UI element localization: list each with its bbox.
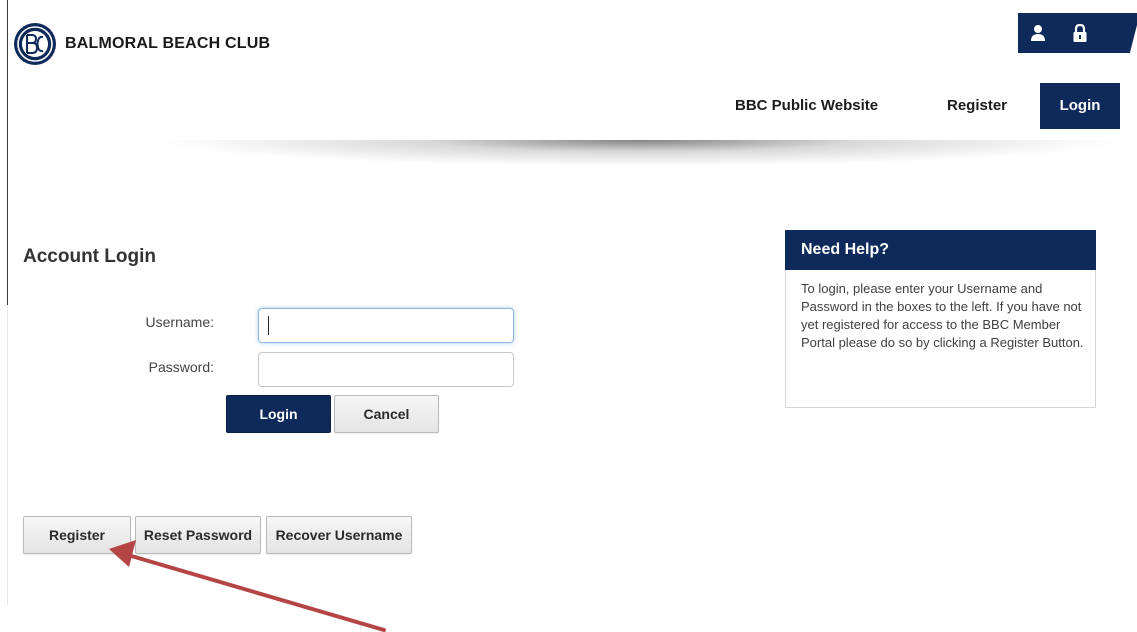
- recover-username-button[interactable]: Recover Username: [266, 516, 412, 554]
- left-edge-rule: [7, 0, 8, 305]
- left-edge-rule-faint: [7, 305, 8, 605]
- club-name: BALMORAL BEACH CLUB: [65, 35, 271, 52]
- club-logo[interactable]: BALMORAL BEACH CLUB: [13, 22, 270, 66]
- nav-login-link[interactable]: Login: [1040, 83, 1120, 129]
- help-panel: Need Help? To login, please enter your U…: [785, 230, 1096, 408]
- password-label: Password:: [148, 359, 214, 375]
- password-input[interactable]: [258, 352, 514, 387]
- login-button[interactable]: Login: [226, 395, 331, 433]
- utility-bar: [1018, 13, 1137, 53]
- cancel-button[interactable]: Cancel: [334, 395, 439, 433]
- help-panel-text: To login, please enter your Username and…: [801, 281, 1084, 350]
- main-nav: BBC Public Website Register Login: [0, 83, 1137, 129]
- page-title: Account Login: [23, 246, 156, 267]
- nav-public-website-link[interactable]: BBC Public Website: [735, 83, 878, 129]
- register-button[interactable]: Register: [23, 516, 131, 554]
- user-icon[interactable]: [1030, 24, 1046, 42]
- username-input[interactable]: [258, 308, 514, 343]
- reset-password-button[interactable]: Reset Password: [135, 516, 261, 554]
- header-divider-swoosh: [140, 140, 1137, 166]
- username-label: Username:: [145, 314, 214, 330]
- lock-icon[interactable]: [1072, 23, 1088, 43]
- help-panel-title: Need Help?: [785, 230, 1096, 270]
- nav-register-link[interactable]: Register: [947, 83, 1007, 129]
- bbc-monogram-logo-icon: [14, 23, 56, 65]
- text-cursor: [268, 316, 269, 335]
